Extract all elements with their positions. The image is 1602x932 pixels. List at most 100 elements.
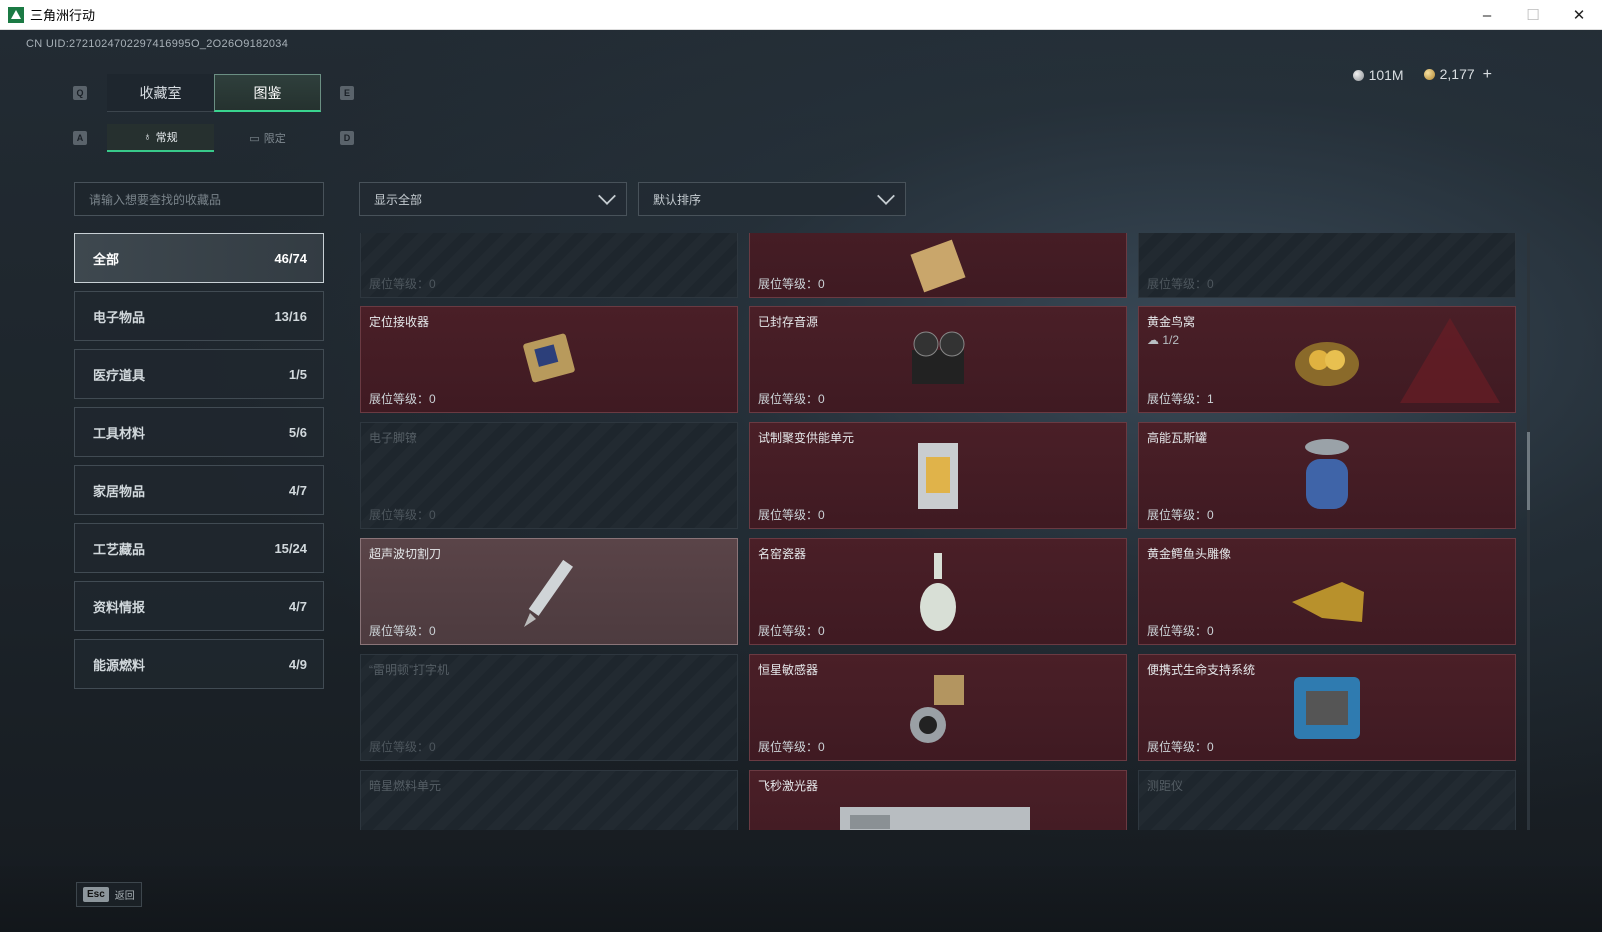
- gas-canister-icon: [1305, 438, 1349, 509]
- item-card[interactable]: 超声波切割刀 展位等级：0: [360, 538, 738, 645]
- category-crafts[interactable]: 工艺藏品 15/24: [74, 523, 324, 573]
- category-intel[interactable]: 资料情报 4/7: [74, 581, 324, 631]
- item-level: 展位等级：0: [758, 624, 825, 638]
- back-button[interactable]: Esc 返回: [76, 882, 142, 907]
- category-electronics[interactable]: 电子物品 13/16: [74, 291, 324, 341]
- tab-regular[interactable]: ♁ 常规: [107, 124, 214, 152]
- bottom-bar: [0, 866, 1602, 932]
- category-count: 15/24: [274, 540, 307, 556]
- item-level: 展位等级：0: [758, 392, 825, 406]
- item-card[interactable]: 名窑瓷器 展位等级：0: [749, 538, 1127, 645]
- grid-scrollbar[interactable]: [1527, 233, 1530, 830]
- item-card[interactable]: 便携式生命支持系统 展位等级：0: [1138, 654, 1516, 761]
- minimize-button[interactable]: –: [1464, 0, 1510, 30]
- item-card[interactable]: 展位等级：0: [360, 233, 738, 298]
- item-level: 展位等级：0: [369, 508, 436, 522]
- window-title: 三角洲行动: [30, 8, 96, 23]
- item-name: 飞秒激光器: [758, 779, 819, 793]
- currency-bar: 101M 2,177 +: [1352, 66, 1492, 84]
- item-card[interactable]: 测距仪: [1138, 770, 1516, 830]
- item-level: 展位等级：0: [369, 740, 436, 754]
- back-label: 返回: [114, 891, 135, 902]
- item-card[interactable]: 定位接收器 展位等级：0: [360, 306, 738, 413]
- item-level: 展位等级：0: [1147, 508, 1214, 522]
- femtosecond-laser-icon: [840, 807, 1030, 830]
- item-card[interactable]: 展位等级：0: [1138, 233, 1516, 298]
- silver-currency: 101M: [1352, 67, 1404, 83]
- golden-nest-icon: [1295, 341, 1359, 386]
- category-label: 电子物品: [93, 309, 146, 325]
- item-card[interactable]: 恒星敏感器 展位等级：0: [749, 654, 1127, 761]
- filter-dropdown-value: 显示全部: [374, 192, 423, 207]
- chevron-down-icon: [877, 187, 895, 205]
- item-card[interactable]: 暗星燃料单元: [360, 770, 738, 830]
- search-input[interactable]: 请输入想要查找的收藏品: [74, 182, 324, 216]
- item-name: 测距仪: [1147, 779, 1184, 793]
- item-name: 恒星敏感器: [758, 663, 819, 677]
- item-card[interactable]: 高能瓦斯罐 展位等级：0: [1138, 422, 1516, 529]
- gold-coin-icon: [1423, 69, 1435, 80]
- tab-codex[interactable]: 图鉴: [214, 74, 321, 112]
- esc-key-icon: Esc: [83, 887, 109, 902]
- gold-amount: 2,177: [1439, 66, 1475, 82]
- item-card[interactable]: 展位等级：0: [749, 233, 1127, 298]
- category-label: 能源燃料: [93, 657, 146, 673]
- gold-currency: 2,177 +: [1423, 66, 1492, 84]
- category-energy[interactable]: 能源燃料 4/9: [74, 639, 324, 689]
- item-level: 展位等级：0: [1147, 277, 1214, 291]
- item-card[interactable]: 已封存音源 展位等级：0: [749, 306, 1127, 413]
- category-household[interactable]: 家居物品 4/7: [74, 465, 324, 515]
- key-hint-a: A: [73, 131, 87, 145]
- item-card[interactable]: “雷明顿”打字机 展位等级：0: [360, 654, 738, 761]
- ultrasonic-cutter-icon: [524, 559, 573, 627]
- star-sensor-icon: [910, 674, 964, 743]
- filter-dropdown[interactable]: 显示全部: [359, 182, 627, 216]
- image-icon: ▭: [249, 132, 260, 145]
- item-name: “雷明顿”打字机: [369, 663, 449, 677]
- item-level: 展位等级：0: [1147, 624, 1214, 638]
- item-card[interactable]: 黄金鸟窝 ☁ 1/2 展位等级：1: [1138, 306, 1516, 413]
- watermark-logo-icon: [1400, 318, 1500, 403]
- item-level: 展位等级：0: [758, 277, 825, 291]
- life-support-icon: [1294, 676, 1360, 739]
- gps-receiver-icon: [523, 333, 575, 382]
- window-titlebar: 三角洲行动 – ☐ ✕: [0, 0, 1602, 30]
- item-name: 试制聚变供能单元: [758, 431, 855, 445]
- bottle-icon: ♁: [143, 131, 152, 143]
- item-name: 黄金鸟窝: [1147, 315, 1196, 329]
- category-tools[interactable]: 工具材料 5/6: [74, 407, 324, 457]
- nest-small-icon: ☁: [1147, 333, 1163, 347]
- item-card[interactable]: 电子脚镣 展位等级：0: [360, 422, 738, 529]
- item-name: 名窑瓷器: [758, 547, 807, 561]
- item-name: 暗星燃料单元: [369, 779, 442, 793]
- tab-limited[interactable]: ▭ 限定: [214, 124, 321, 152]
- app-logo-icon: [8, 6, 24, 23]
- category-label: 全部: [93, 251, 120, 267]
- close-button[interactable]: ✕: [1556, 0, 1602, 30]
- key-hint-d: D: [340, 131, 354, 145]
- item-level: 展位等级：0: [369, 277, 436, 291]
- fusion-cell-icon: [918, 442, 958, 509]
- maximize-button[interactable]: ☐: [1510, 0, 1556, 30]
- category-label: 家居物品: [93, 483, 146, 499]
- porcelain-vase-icon: [920, 552, 956, 631]
- silver-coin-icon: [1352, 70, 1364, 81]
- item-level: 展位等级：0: [1147, 740, 1214, 754]
- category-label: 医疗道具: [93, 367, 146, 383]
- category-count: 46/74: [274, 250, 307, 266]
- grid-scroll-thumb[interactable]: [1527, 432, 1530, 510]
- add-currency-button[interactable]: +: [1483, 66, 1492, 83]
- item-card[interactable]: 飞秒激光器: [749, 770, 1127, 830]
- item-name: 电子脚镣: [369, 431, 418, 445]
- game-view: CN UID:2721024702297416995O_2O26O9182034…: [0, 30, 1602, 932]
- tape-recorder-icon: [912, 331, 965, 384]
- item-level: 展位等级：0: [758, 508, 825, 522]
- item-card[interactable]: 试制聚变供能单元 展位等级：0: [749, 422, 1127, 529]
- category-medical[interactable]: 医疗道具 1/5: [74, 349, 324, 399]
- key-hint-q: Q: [73, 86, 87, 100]
- item-card[interactable]: 黄金鳄鱼头雕像 展位等级：0: [1138, 538, 1516, 645]
- sort-dropdown[interactable]: 默认排序: [638, 182, 906, 216]
- item-name: 高能瓦斯罐: [1147, 431, 1208, 445]
- category-all[interactable]: 全部 46/74: [74, 233, 324, 283]
- tab-collection-room[interactable]: 收藏室: [107, 74, 214, 112]
